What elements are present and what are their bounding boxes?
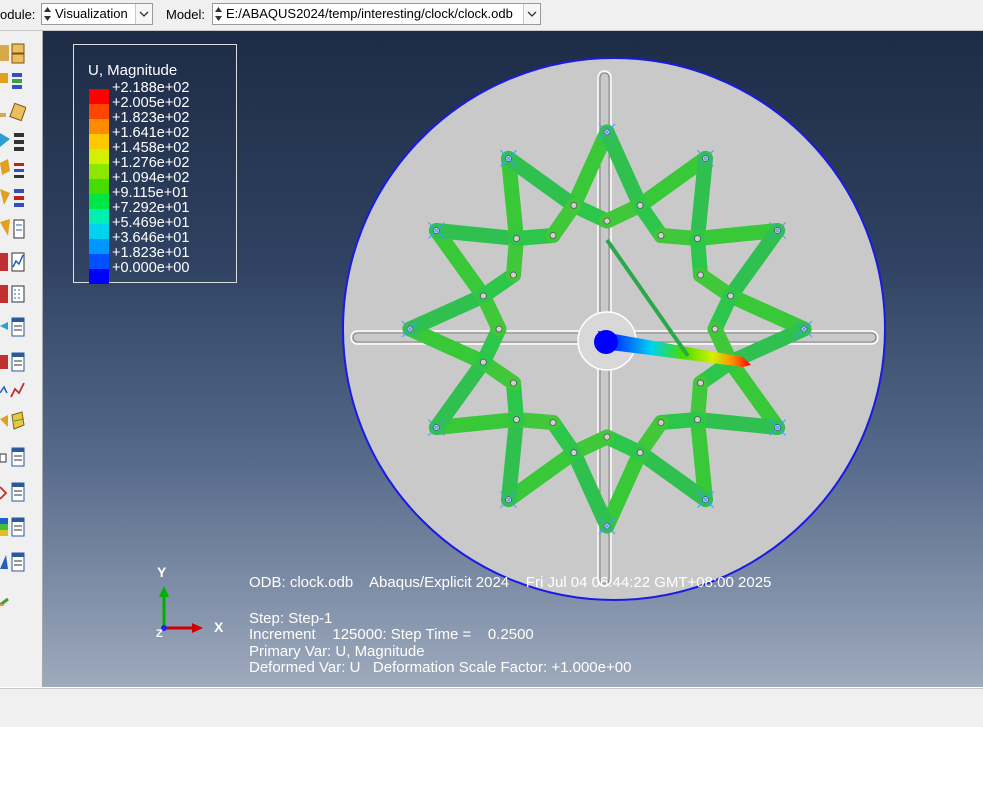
- legend-swatch: [89, 164, 109, 179]
- legend-swatch: [89, 119, 109, 134]
- spin-arrows-icon[interactable]: [43, 5, 52, 23]
- primary-var-line: Primary Var: U, Magnitude: [249, 643, 425, 660]
- animate-scale-factor-icon[interactable]: [0, 281, 26, 307]
- joint-pin: [513, 235, 520, 242]
- command-area[interactable]: [0, 727, 983, 800]
- joint-pin: [636, 201, 644, 209]
- axis-z-label: Z: [156, 628, 163, 640]
- hand-pivot: [594, 330, 618, 354]
- joint-pin: [479, 292, 487, 300]
- common-options-icon[interactable]: [0, 549, 26, 575]
- model-label: Model:: [166, 7, 206, 22]
- legend-value: +9.115e+01: [112, 185, 189, 201]
- plot-undeformed-icon[interactable]: [0, 41, 26, 67]
- axis-y-label: Y: [157, 564, 167, 580]
- legend-swatch: [89, 224, 109, 239]
- pencil-icon[interactable]: [0, 593, 26, 619]
- legend-value: +3.646e+01: [112, 230, 190, 246]
- plot-material-orientation-icon[interactable]: [0, 157, 26, 183]
- joint-pin: [549, 232, 557, 239]
- xy-data-manager-icon[interactable]: [0, 349, 26, 375]
- spin-arrows-icon[interactable]: [214, 5, 223, 23]
- legend-swatch: [89, 149, 109, 164]
- module-value: Visualization: [55, 6, 128, 21]
- joint-pin: [495, 325, 503, 333]
- legend-value: +2.005e+02: [112, 95, 190, 111]
- joint-pin: [694, 416, 701, 423]
- deformed-var-line: Deformed Var: U Deformation Scale Factor…: [249, 659, 632, 676]
- module-combo[interactable]: Visualization: [41, 3, 153, 25]
- model-value: E:/ABAQUS2024/temp/interesting/clock/clo…: [226, 6, 513, 21]
- link-bar: [428, 223, 524, 246]
- joint-pin: [657, 419, 665, 426]
- step-line: Step: Step-1: [249, 610, 333, 627]
- legend-swatch: [89, 209, 109, 224]
- joint-pin: [549, 419, 557, 426]
- legend-value: +7.292e+01: [112, 200, 190, 216]
- joint-pin: [570, 449, 578, 457]
- legend-value: +2.188e+02: [112, 80, 190, 96]
- joint-pin: [510, 379, 517, 387]
- plot-contours-icon[interactable]: [0, 67, 26, 93]
- joint-pin: [697, 379, 704, 387]
- joint-pin: [711, 325, 719, 333]
- legend-title: U, Magnitude: [88, 62, 178, 79]
- module-label: odule:: [0, 7, 36, 22]
- joint-pin: [510, 271, 517, 279]
- legend-value: +1.276e+02: [112, 155, 190, 171]
- odb-info-line: ODB: clock.odb Abaqus/Explicit 2024 Fri …: [249, 574, 772, 591]
- legend-swatch: [89, 194, 109, 209]
- joint-pin: [513, 416, 520, 423]
- probe-values-icon[interactable]: [0, 479, 26, 505]
- joint-pin: [570, 201, 578, 209]
- legend-swatch: [89, 89, 109, 104]
- message-area[interactable]: [0, 688, 983, 728]
- link-bar: [690, 150, 713, 246]
- joint-pin: [479, 358, 487, 366]
- viewport[interactable]: U, Magnitude +2.188e+02 +2.005e+02 +1.823e…: [43, 31, 983, 687]
- animate-time-history-icon[interactable]: [0, 249, 26, 275]
- chevron-down-icon[interactable]: [523, 4, 540, 24]
- model-combo[interactable]: E:/ABAQUS2024/temp/interesting/clock/clo…: [212, 3, 541, 25]
- superimpose-icon[interactable]: [0, 216, 26, 242]
- legend-value: +1.094e+02: [112, 170, 190, 186]
- legend-swatch: [89, 179, 109, 194]
- axis-triad: [159, 586, 203, 633]
- joint-pin: [603, 433, 611, 441]
- joint-pin: [657, 232, 665, 239]
- view-cut-icon[interactable]: [0, 409, 26, 435]
- joint-pin: [603, 217, 611, 225]
- legend-swatch: [89, 134, 109, 149]
- joint-pin: [727, 292, 735, 300]
- plot-xy-data-icon[interactable]: [0, 377, 26, 403]
- legend-swatch: [89, 269, 109, 284]
- joint-pin: [697, 271, 704, 279]
- contour-options-icon[interactable]: [0, 514, 26, 540]
- legend-value: +0.000e+00: [112, 260, 190, 276]
- legend-value: +1.458e+02: [112, 140, 190, 156]
- context-bar: odule: Visualization Model: E:/ABAQUS202…: [0, 0, 983, 31]
- plot-deformed-icon[interactable]: [0, 101, 27, 127]
- allow-multiple-plot-states-icon[interactable]: [0, 185, 26, 211]
- increment-line: Increment 125000: Step Time = 0.2500: [249, 626, 534, 643]
- joint-pin: [636, 449, 644, 457]
- legend-value: +1.823e+02: [112, 110, 190, 126]
- legend: U, Magnitude +2.188e+02 +2.005e+02 +1.823e…: [73, 44, 237, 284]
- legend-swatch: [89, 239, 109, 254]
- legend-value: +1.641e+02: [112, 125, 190, 141]
- create-xy-data-icon[interactable]: [0, 314, 26, 340]
- joint-pin: [694, 235, 701, 242]
- query-icon[interactable]: [0, 444, 26, 470]
- plot-symbols-icon[interactable]: [0, 129, 26, 155]
- axis-x-label: X: [214, 619, 224, 635]
- toolbox: [0, 31, 43, 687]
- legend-value: +5.469e+01: [112, 215, 190, 231]
- link-bar: [690, 412, 786, 435]
- link-bar: [501, 412, 524, 508]
- chevron-down-icon[interactable]: [135, 4, 152, 24]
- legend-value: +1.823e+01: [112, 245, 190, 261]
- legend-swatch: [89, 254, 109, 269]
- legend-swatch: [89, 104, 109, 119]
